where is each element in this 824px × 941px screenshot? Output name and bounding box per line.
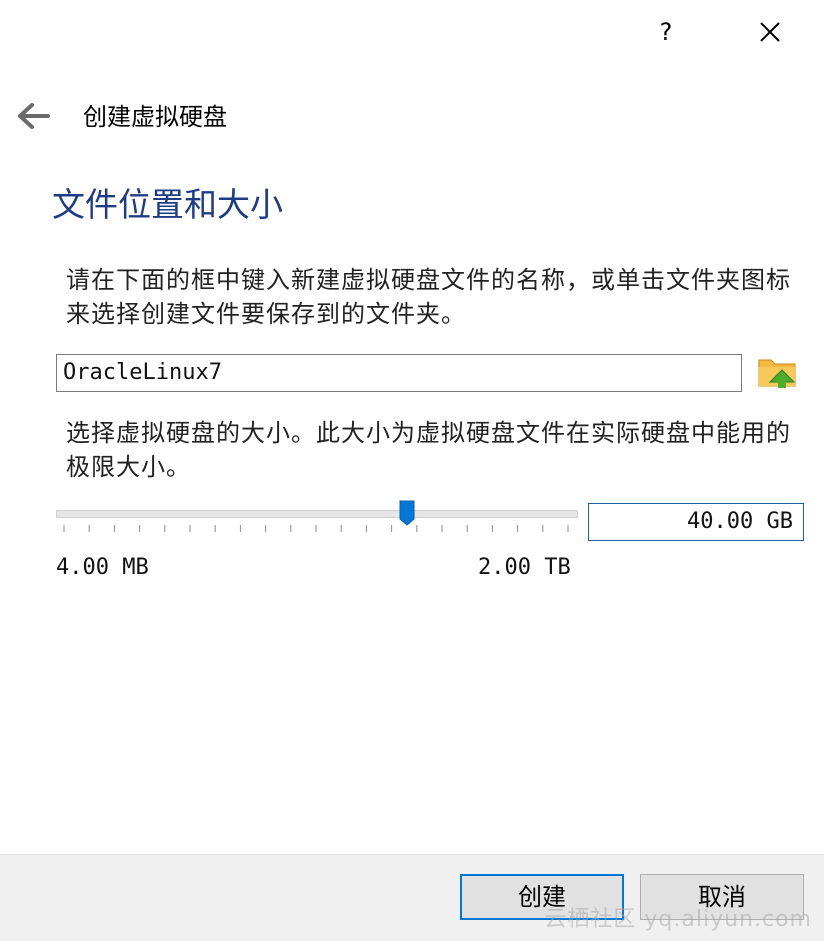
- slider-max-label: 2.00 TB: [478, 555, 571, 580]
- arrow-left-icon: [18, 103, 50, 129]
- close-button[interactable]: [752, 14, 788, 50]
- question-icon: ?: [659, 18, 673, 46]
- help-button[interactable]: ?: [648, 14, 684, 50]
- title-bar: ?: [0, 0, 824, 64]
- section-title: 文件位置和大小: [52, 185, 283, 224]
- folder-icon: [758, 359, 796, 388]
- file-name-input[interactable]: OracleLinux7: [56, 354, 742, 392]
- size-description: 选择虚拟硬盘的大小。此大小为虚拟硬盘文件在实际硬盘中能用的极限大小。: [66, 419, 791, 481]
- button-bar: 创建 取消 云栖社区 yq.aliyun.com: [0, 854, 824, 941]
- wizard-header: 创建虚拟硬盘: [0, 92, 824, 142]
- back-button[interactable]: [16, 100, 52, 132]
- close-icon: [760, 22, 780, 42]
- slider-track: [56, 510, 578, 518]
- location-description: 请在下面的框中键入新建虚拟硬盘文件的名称，或单击文件夹图标来选择创建文件要保存到…: [66, 266, 791, 328]
- size-value-input[interactable]: 40.00 GB: [588, 503, 804, 541]
- slider-handle[interactable]: [399, 500, 415, 526]
- watermark: 云栖社区 yq.aliyun.com: [544, 907, 812, 932]
- slider-min-label: 4.00 MB: [56, 555, 149, 580]
- slider-ticks: [63, 525, 569, 532]
- choose-folder-button[interactable]: [755, 350, 799, 394]
- size-slider[interactable]: [56, 500, 578, 540]
- wizard-title: 创建虚拟硬盘: [83, 103, 227, 131]
